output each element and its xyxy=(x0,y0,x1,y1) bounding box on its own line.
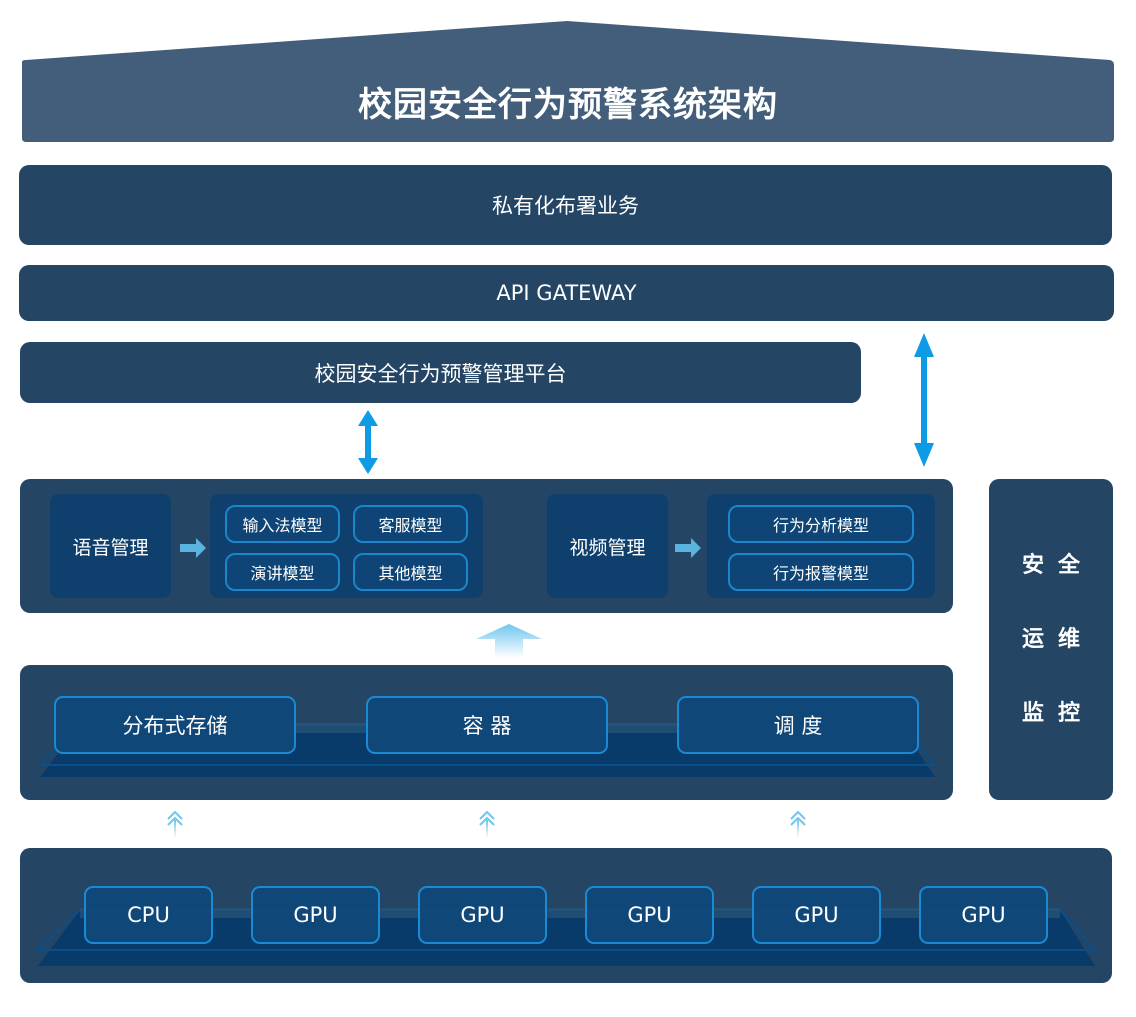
infra-chip-container[interactable]: 容 器 xyxy=(366,696,608,754)
api-gateway-layer: API GATEWAY xyxy=(19,265,1114,321)
up-arrow-icon xyxy=(476,624,542,658)
model-label: 输入法模型 xyxy=(242,516,323,535)
chevron-up-double-icon xyxy=(790,810,806,838)
hardware-label: GPU xyxy=(293,903,338,927)
private-deploy-layer: 私有化布署业务 xyxy=(19,165,1112,245)
chevron-up-double-icon xyxy=(479,810,495,838)
video-management-label: 视频管理 xyxy=(569,536,646,559)
api-gateway-label: API GATEWAY xyxy=(496,281,637,305)
platform-label: 校园安全行为预警管理平台 xyxy=(314,361,567,386)
infra-chip-scheduling[interactable]: 调 度 xyxy=(677,696,919,754)
infra-label: 容 器 xyxy=(462,714,512,738)
hardware-chip[interactable]: GPU xyxy=(585,886,714,944)
voice-management-label: 语音管理 xyxy=(72,536,149,559)
model-label: 行为分析模型 xyxy=(772,516,869,535)
model-chip[interactable]: 客服模型 xyxy=(353,505,468,543)
hardware-chip[interactable]: GPU xyxy=(919,886,1048,944)
chevron-up-double-icon xyxy=(167,810,183,838)
arrow-right-icon xyxy=(675,538,701,558)
model-label: 行为报警模型 xyxy=(772,564,869,583)
hardware-label: GPU xyxy=(460,903,505,927)
infra-label: 调 度 xyxy=(773,714,823,738)
model-chip[interactable]: 其他模型 xyxy=(353,553,468,591)
hardware-label: GPU xyxy=(794,903,839,927)
model-chip[interactable]: 行为分析模型 xyxy=(728,505,914,543)
side-panel-line: 监控 xyxy=(1021,700,1094,726)
diagram-title: 校园安全行为预警系统架构 xyxy=(358,84,778,125)
model-label: 演讲模型 xyxy=(250,564,315,583)
platform-layer: 校园安全行为预警管理平台 xyxy=(20,342,861,403)
hardware-chip[interactable]: CPU xyxy=(84,886,213,944)
side-panel-line: 安全 xyxy=(1021,552,1094,578)
voice-management-box: 语音管理 xyxy=(50,494,171,598)
infra-label: 分布式存储 xyxy=(122,714,228,738)
infra-chip-storage[interactable]: 分布式存储 xyxy=(54,696,296,754)
private-deploy-label: 私有化布署业务 xyxy=(492,194,639,218)
security-ops-monitor-panel: 安全 运维 监控 xyxy=(989,479,1113,800)
side-panel-line: 运维 xyxy=(1021,626,1094,652)
model-label: 其他模型 xyxy=(378,564,443,583)
double-arrow-icon xyxy=(358,410,378,474)
hardware-label: CPU xyxy=(127,903,170,927)
model-label: 客服模型 xyxy=(378,516,443,535)
video-management-box: 视频管理 xyxy=(547,494,668,598)
model-chip[interactable]: 演讲模型 xyxy=(225,553,340,591)
hardware-label: GPU xyxy=(627,903,672,927)
model-chip[interactable]: 输入法模型 xyxy=(225,505,340,543)
hardware-label: GPU xyxy=(961,903,1006,927)
hardware-chip[interactable]: GPU xyxy=(752,886,881,944)
model-chip[interactable]: 行为报警模型 xyxy=(728,553,914,591)
double-arrow-icon xyxy=(914,333,934,467)
arrow-right-icon xyxy=(180,538,206,558)
hardware-chip[interactable]: GPU xyxy=(251,886,380,944)
hardware-chip[interactable]: GPU xyxy=(418,886,547,944)
